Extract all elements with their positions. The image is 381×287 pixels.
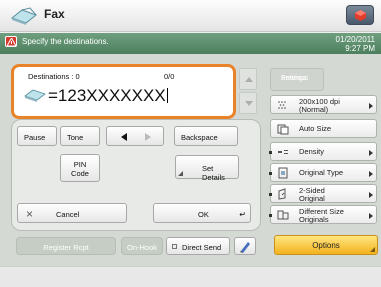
scroll-up-button[interactable] <box>239 68 257 90</box>
options-button[interactable]: Options <box>274 235 378 255</box>
pen-icon <box>240 242 250 253</box>
on-hook-button: On-Hook <box>121 237 163 255</box>
arrow-up-icon <box>245 77 253 82</box>
cancel-button[interactable]: × Cancel <box>17 203 127 223</box>
entry-count: 0/0 <box>164 72 175 81</box>
close-icon: × <box>26 207 34 221</box>
pause-button[interactable]: Pause <box>17 126 57 146</box>
backspace-button[interactable]: Backspace <box>174 126 238 146</box>
two-sided-original-button[interactable]: 2-Sided Original <box>269 184 377 203</box>
warning-icon <box>5 36 17 47</box>
status-date: 01/20/2011 <box>335 35 375 44</box>
ok-button[interactable]: OK ↵ <box>153 203 251 223</box>
direct-send-button[interactable]: Direct Send <box>166 237 230 255</box>
status-time: 9:27 PM <box>345 44 375 53</box>
density-button[interactable]: Density <box>269 142 377 161</box>
arrow-right-icon[interactable] <box>145 133 151 141</box>
fax-number-value: =123XXXXXXX <box>48 86 168 105</box>
two-sided-icon <box>278 188 286 200</box>
previous-settings-button[interactable]: Previous Settings <box>270 68 324 91</box>
tone-button[interactable]: Tone <box>60 126 100 146</box>
arrow-down-icon <box>245 101 253 106</box>
density-icon <box>278 150 288 154</box>
destination-input[interactable]: Destinations : 0 0/0 =123XXXXXXX <box>11 64 236 119</box>
original-type-icon <box>278 167 288 179</box>
different-size-icon <box>277 210 289 220</box>
fax-number-icon <box>24 88 46 104</box>
return-icon: ↵ <box>239 210 246 219</box>
resolution-icon <box>278 101 286 109</box>
page-title: Fax <box>44 7 65 21</box>
arrow-left-icon[interactable] <box>121 133 127 141</box>
scroll-down-button[interactable] <box>239 92 257 114</box>
fax-icon <box>10 6 38 26</box>
checkbox-icon <box>172 244 177 249</box>
footer-bar <box>0 266 381 287</box>
cursor-arrows[interactable] <box>106 126 164 146</box>
home-button[interactable] <box>346 5 374 25</box>
home-icon <box>355 10 366 21</box>
pin-code-button[interactable]: PIN Code <box>60 154 100 182</box>
different-size-originals-button[interactable]: Different Size Originals <box>269 205 377 224</box>
auto-size-button[interactable]: Auto Size <box>270 119 377 138</box>
resolution-button[interactable]: 200x100 dpi (Normal) <box>270 95 377 114</box>
register-recipient-button: Register Rcpt <box>16 237 116 255</box>
status-bar: Specify the destinations. 01/20/2011 9:2… <box>0 33 381 54</box>
edit-button[interactable] <box>234 237 256 255</box>
page-size-icon <box>277 124 289 135</box>
destination-count: Destinations : 0 <box>28 72 80 81</box>
set-details-button[interactable]: Set Details <box>175 155 239 182</box>
original-type-button[interactable]: Original Type <box>269 163 377 182</box>
status-message: Specify the destinations. <box>22 37 109 46</box>
